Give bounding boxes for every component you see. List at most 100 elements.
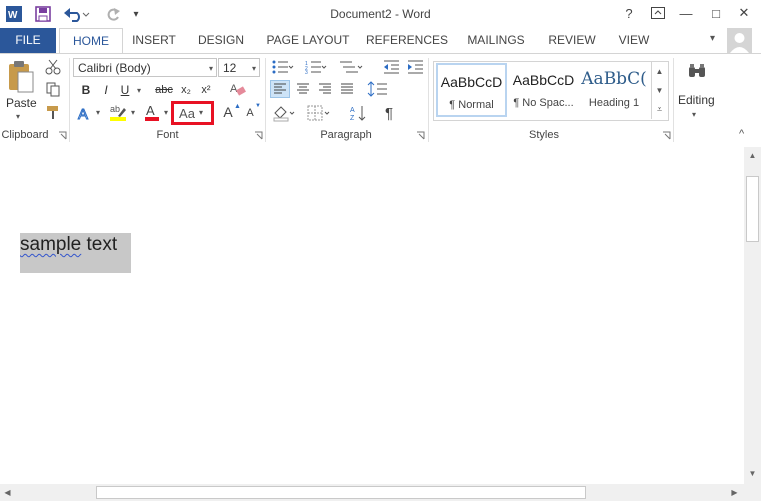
clear-formatting-icon[interactable]: A: [229, 80, 247, 98]
font-size-value: 12: [223, 61, 237, 75]
highlight-caret-icon[interactable]: ▾: [131, 108, 135, 117]
svg-text:A: A: [78, 106, 88, 121]
increase-indent-icon[interactable]: [405, 58, 425, 76]
font-name-combo[interactable]: Calibri (Body) ▾: [73, 58, 217, 77]
tab-view[interactable]: VIEW: [612, 28, 656, 53]
subscript-button[interactable]: x₂: [178, 82, 194, 98]
group-divider: [428, 58, 429, 142]
style-normal[interactable]: AaBbCcD ¶ Normal: [436, 63, 507, 117]
paste-icon[interactable]: [6, 60, 36, 96]
scroll-down-arrow-icon[interactable]: ▼: [744, 466, 761, 481]
font-name-value: Calibri (Body): [78, 61, 151, 75]
bullets-icon[interactable]: [271, 58, 295, 76]
redo-icon[interactable]: [103, 4, 123, 24]
styles-scroll-down-icon[interactable]: ▼: [652, 81, 667, 99]
collapse-ribbon-icon[interactable]: ^: [739, 128, 744, 140]
user-avatar[interactable]: [727, 28, 752, 53]
tab-mailings[interactable]: MAILINGS: [462, 28, 530, 53]
multilevel-list-icon[interactable]: [337, 58, 365, 76]
styles-group-label: Styles: [529, 129, 559, 141]
style-heading-1-name: Heading 1: [588, 97, 640, 109]
styles-scroll-up-icon[interactable]: ▲: [652, 62, 667, 80]
italic-button[interactable]: I: [98, 82, 114, 98]
tab-insert[interactable]: INSERT: [129, 28, 179, 53]
styles-launcher-icon[interactable]: [662, 131, 671, 140]
document-text-word-sample: sample: [20, 234, 82, 255]
decrease-indent-icon[interactable]: [381, 58, 401, 76]
justify-button[interactable]: [337, 80, 357, 98]
underline-caret-icon[interactable]: ▾: [137, 86, 141, 95]
align-left-button[interactable]: [270, 80, 290, 98]
help-button[interactable]: ?: [616, 2, 642, 24]
clipboard-group-label: Clipboard: [1, 129, 49, 141]
align-right-button[interactable]: [315, 80, 335, 98]
sort-icon[interactable]: AZ: [348, 103, 368, 123]
close-button[interactable]: ✕: [731, 2, 757, 24]
editing-button-label[interactable]: Editing: [678, 93, 715, 107]
save-icon[interactable]: [33, 4, 53, 24]
style-no-spacing[interactable]: AaBbCcD ¶ No Spac...: [508, 63, 579, 117]
show-marks-button[interactable]: ¶: [380, 103, 398, 123]
tab-references[interactable]: REFERENCES: [366, 28, 448, 53]
borders-icon[interactable]: [306, 103, 332, 123]
style-heading-1[interactable]: AaBbC( Heading 1: [580, 63, 648, 117]
customize-quick-access-icon[interactable]: ▾: [130, 4, 142, 24]
binoculars-icon[interactable]: [686, 59, 708, 83]
font-color-caret-icon[interactable]: ▾: [164, 108, 168, 117]
text-effects-icon[interactable]: A: [76, 104, 94, 122]
format-painter-icon[interactable]: [44, 103, 62, 121]
vertical-scroll-thumb[interactable]: [746, 176, 759, 242]
font-color-icon[interactable]: A: [143, 102, 161, 122]
scroll-right-arrow-icon[interactable]: ▶: [727, 485, 742, 500]
cut-icon[interactable]: [44, 58, 62, 76]
word-app-icon[interactable]: W: [4, 4, 24, 24]
underline-button[interactable]: U: [117, 82, 133, 98]
document-page[interactable]: [0, 147, 744, 484]
tab-file[interactable]: FILE: [0, 28, 56, 53]
font-launcher-icon[interactable]: [254, 131, 263, 140]
highlight-color-icon[interactable]: ab: [108, 102, 128, 122]
bold-button[interactable]: B: [78, 82, 94, 98]
clipboard-launcher-icon[interactable]: [58, 131, 67, 140]
ribbon-collapse-caret-icon[interactable]: ▾: [710, 33, 715, 44]
strikethrough-button[interactable]: abc: [153, 82, 175, 98]
superscript-button[interactable]: x²: [198, 82, 214, 98]
font-size-combo[interactable]: 12 ▾: [218, 58, 260, 77]
undo-icon[interactable]: [62, 4, 92, 24]
styles-more-icon[interactable]: ⩡: [652, 100, 667, 118]
document-text[interactable]: sample text: [20, 234, 117, 256]
change-case-button[interactable]: Aa: [176, 104, 198, 122]
group-divider: [673, 58, 674, 142]
grow-font-button[interactable]: A: [221, 103, 235, 121]
text-effects-caret-icon[interactable]: ▾: [96, 108, 100, 117]
tab-review[interactable]: REVIEW: [544, 28, 600, 53]
maximize-button[interactable]: □: [703, 2, 729, 24]
document-text-word-text: text: [81, 234, 118, 255]
grow-font-arrow-icon: ▲: [234, 103, 241, 110]
numbering-icon[interactable]: 123: [304, 58, 328, 76]
minimize-button[interactable]: —: [673, 2, 699, 24]
line-spacing-icon[interactable]: [366, 79, 394, 99]
paste-dropdown-caret-icon[interactable]: ▾: [16, 112, 20, 121]
shading-icon[interactable]: [271, 103, 297, 123]
tab-page-layout[interactable]: PAGE LAYOUT: [263, 28, 353, 53]
copy-icon[interactable]: [44, 80, 62, 98]
font-size-caret-icon[interactable]: ▾: [252, 59, 256, 78]
style-no-spacing-name: ¶ No Spac...: [513, 97, 574, 109]
scroll-up-arrow-icon[interactable]: ▲: [744, 148, 761, 163]
font-name-caret-icon[interactable]: ▾: [209, 59, 213, 78]
tab-design[interactable]: DESIGN: [193, 28, 249, 53]
change-case-caret-icon[interactable]: ▾: [199, 108, 203, 117]
paste-label[interactable]: Paste: [6, 96, 37, 110]
editing-caret-icon[interactable]: ▾: [692, 110, 696, 119]
style-no-spacing-sample: AaBbCcD: [512, 72, 575, 88]
style-heading-1-sample: AaBbC(: [581, 69, 647, 89]
horizontal-scroll-thumb[interactable]: [96, 486, 586, 499]
tab-home[interactable]: HOME: [59, 28, 123, 55]
align-center-button[interactable]: [293, 80, 313, 98]
svg-text:A: A: [350, 107, 355, 114]
ribbon-display-options-icon[interactable]: [645, 2, 671, 24]
font-group-label: Font: [156, 129, 179, 141]
scroll-left-arrow-icon[interactable]: ◀: [0, 485, 15, 500]
paragraph-launcher-icon[interactable]: [416, 131, 425, 140]
